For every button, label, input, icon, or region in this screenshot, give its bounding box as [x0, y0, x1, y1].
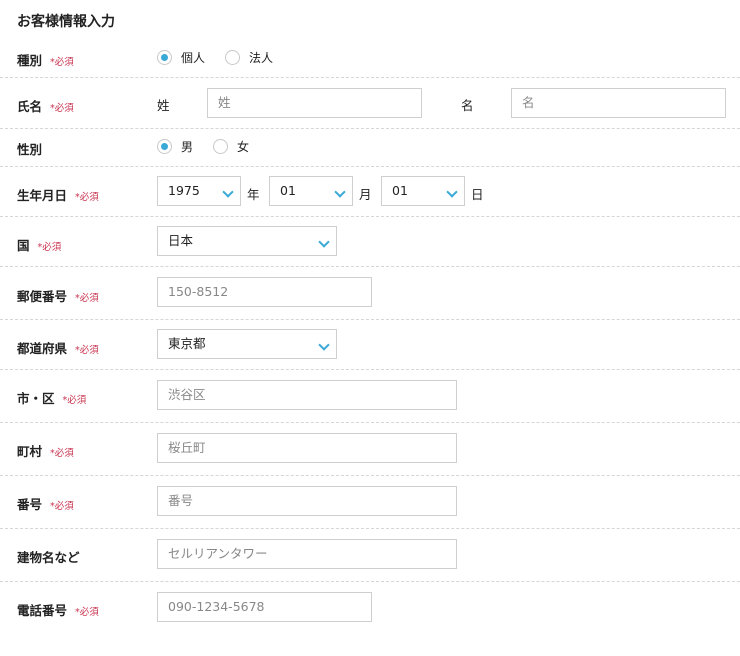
radio-female-label[interactable]: 女: [237, 138, 249, 155]
city-input[interactable]: 渋谷区: [157, 380, 457, 410]
radio-individual-label[interactable]: 個人: [181, 49, 205, 66]
row-phone: 電話番号 *必須 090-1234-5678: [0, 582, 740, 634]
row-birthdate: 生年月日 *必須 1975 年 01 月 01 日: [0, 167, 740, 217]
city-label-wrap: 市・区 *必須: [17, 388, 86, 407]
row-name: 氏名 *必須 姓 姓 名 名: [0, 78, 740, 129]
year-unit: 年: [247, 187, 260, 202]
birthdate-label-wrap: 生年月日 *必須: [17, 185, 99, 204]
postal-label-wrap: 郵便番号 *必須: [17, 286, 99, 305]
first-name-input[interactable]: 名: [511, 88, 726, 118]
prefecture-label: 都道府県: [17, 341, 68, 356]
city-label: 市・区: [17, 391, 55, 406]
postal-label: 郵便番号: [17, 289, 68, 304]
last-name-label: 姓: [157, 98, 170, 113]
required-mark: *必須: [75, 607, 99, 618]
country-value: 日本: [168, 233, 194, 248]
row-type: 種別 *必須 個人 法人: [0, 38, 740, 78]
row-number: 番号 *必須 番号: [0, 476, 740, 529]
required-mark: *必須: [50, 103, 74, 114]
chevron-down-icon: [446, 186, 458, 198]
chevron-down-icon: [318, 339, 330, 351]
prefecture-value: 東京都: [168, 336, 206, 351]
prefecture-select[interactable]: 東京都: [157, 329, 337, 359]
row-country: 国 *必須 日本: [0, 217, 740, 267]
birth-day-value: 01: [392, 183, 408, 198]
phone-input[interactable]: 090-1234-5678: [157, 592, 372, 622]
birth-day-select[interactable]: 01: [381, 176, 465, 206]
town-input[interactable]: 桜丘町: [157, 433, 457, 463]
building-input[interactable]: セルリアンタワー: [157, 539, 457, 569]
name-label: 氏名: [17, 99, 43, 114]
town-label: 町村: [17, 444, 43, 459]
row-city: 市・区 *必須 渋谷区: [0, 370, 740, 423]
row-postal: 郵便番号 *必須 150-8512: [0, 267, 740, 320]
month-unit: 月: [359, 187, 372, 202]
type-label-wrap: 種別 *必須: [17, 50, 74, 69]
building-label: 建物名など: [17, 550, 80, 565]
radio-female[interactable]: [213, 139, 229, 154]
required-mark: *必須: [75, 192, 99, 203]
chevron-down-icon: [318, 236, 330, 248]
birthdate-label: 生年月日: [17, 188, 68, 203]
required-mark: *必須: [62, 395, 87, 406]
required-mark: *必須: [50, 448, 74, 459]
birth-year-value: 1975: [168, 183, 200, 198]
type-radio-group: 個人 法人: [157, 49, 293, 66]
number-label: 番号: [17, 497, 43, 512]
country-label: 国: [17, 238, 30, 253]
birth-month-select[interactable]: 01: [269, 176, 353, 206]
row-gender: 性別 男 女: [0, 129, 740, 167]
radio-corporation-label[interactable]: 法人: [249, 49, 273, 66]
required-mark: *必須: [75, 345, 99, 356]
name-label-wrap: 氏名 *必須: [17, 96, 74, 115]
phone-label: 電話番号: [17, 603, 68, 618]
birth-year-select[interactable]: 1975: [157, 176, 241, 206]
first-name-label: 名: [461, 98, 474, 113]
radio-corporation[interactable]: [225, 50, 241, 65]
gender-label: 性別: [17, 142, 43, 157]
country-label-wrap: 国 *必須: [17, 235, 61, 254]
last-name-input[interactable]: 姓: [207, 88, 422, 118]
radio-male[interactable]: [157, 139, 172, 154]
number-input[interactable]: 番号: [157, 486, 457, 516]
row-town: 町村 *必須 桜丘町: [0, 423, 740, 476]
chevron-down-icon: [334, 186, 346, 198]
country-select[interactable]: 日本: [157, 226, 337, 256]
page-title: お客様情報入力: [17, 14, 115, 30]
required-mark: *必須: [50, 501, 74, 512]
postal-input[interactable]: 150-8512: [157, 277, 372, 307]
prefecture-label-wrap: 都道府県 *必須: [17, 338, 99, 357]
birth-month-value: 01: [280, 183, 296, 198]
required-mark: *必須: [37, 242, 62, 253]
chevron-down-icon: [222, 186, 234, 198]
required-mark: *必須: [75, 293, 99, 304]
gender-radio-group: 男 女: [157, 138, 269, 155]
row-building: 建物名など セルリアンタワー: [0, 529, 740, 582]
day-unit: 日: [471, 187, 484, 202]
phone-label-wrap: 電話番号 *必須: [17, 600, 99, 619]
radio-male-label[interactable]: 男: [181, 138, 193, 155]
town-label-wrap: 町村 *必須: [17, 441, 74, 460]
number-label-wrap: 番号 *必須: [17, 494, 74, 513]
radio-individual[interactable]: [157, 50, 172, 65]
type-label: 種別: [17, 53, 43, 68]
row-prefecture: 都道府県 *必須 東京都: [0, 320, 740, 370]
required-mark: *必須: [50, 57, 74, 68]
